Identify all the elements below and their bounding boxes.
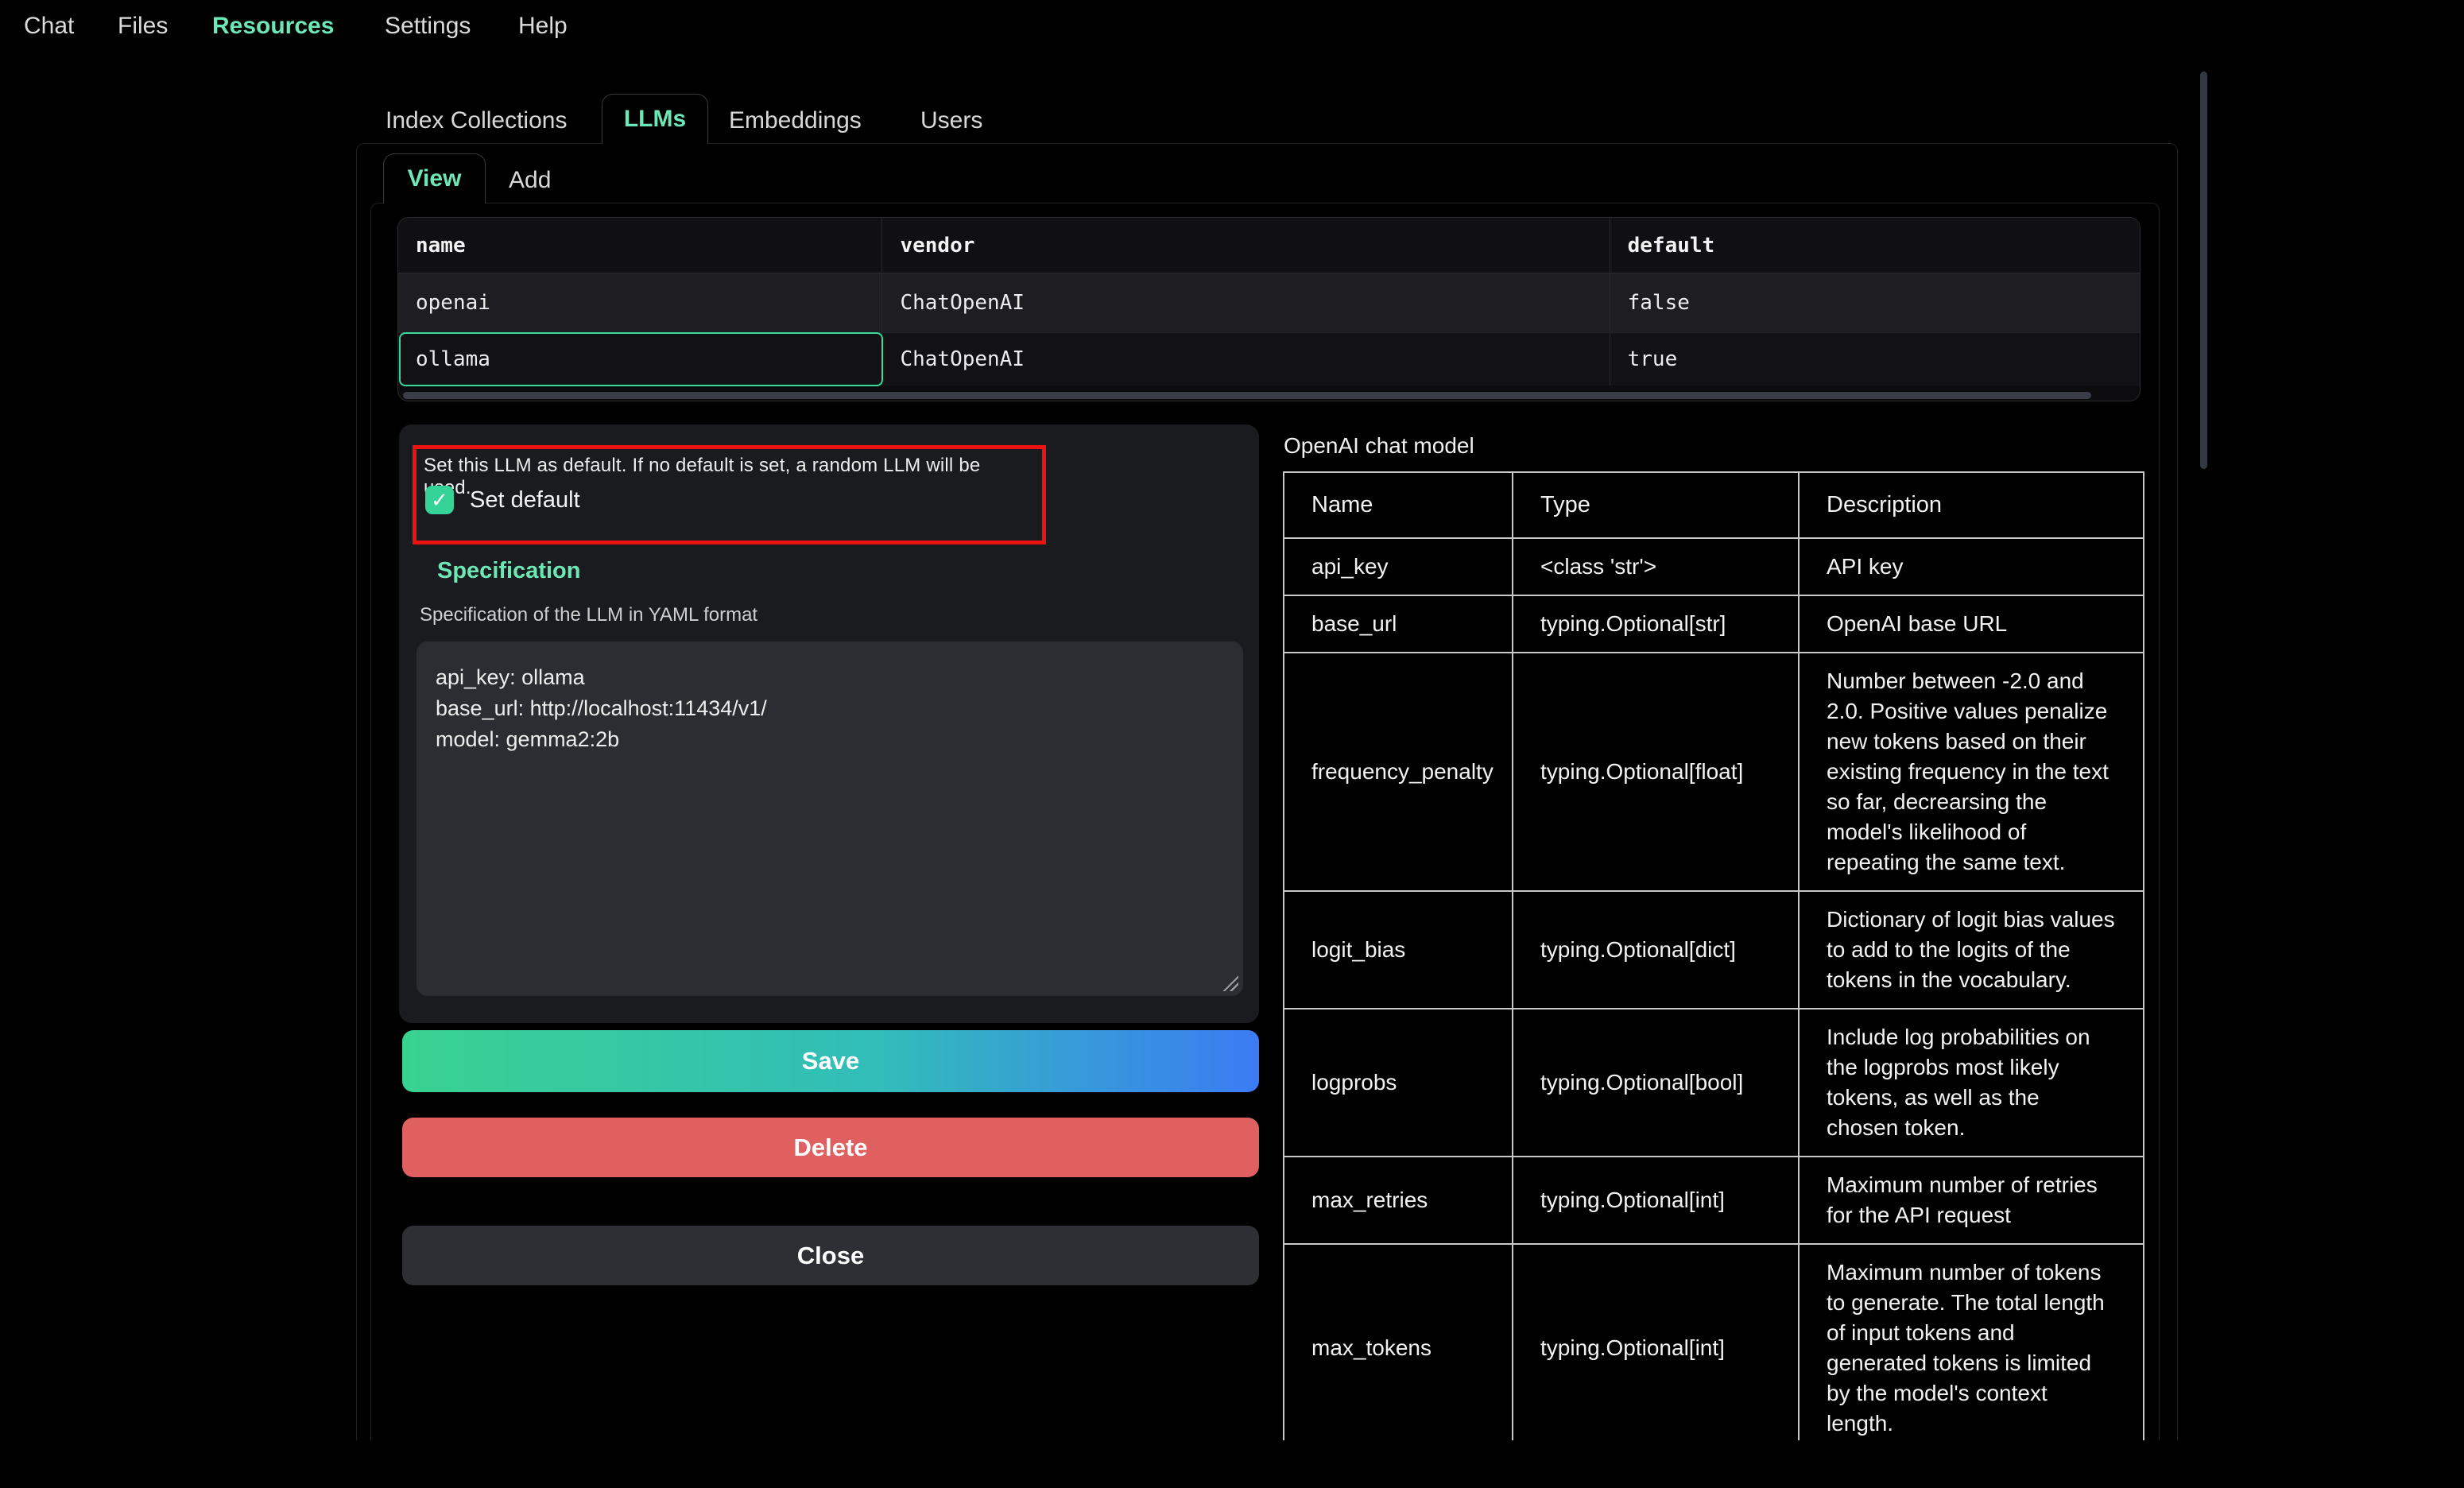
llm-detail-card: Set this LLM as default. If no default i… [399,424,1259,1023]
llm-cell-ollama-default[interactable]: true [1610,333,2140,386]
set-default-checkbox[interactable]: ✓ [425,486,454,514]
nav-item-resources[interactable]: Resources [212,13,334,40]
model-info-row-api_key: api_key<class 'str'>API key [1284,538,2144,595]
set-default-label: Set default [470,487,580,513]
close-button[interactable]: Close [402,1226,1259,1285]
model-info-row-max_tokens: max_tokenstyping.Optional[int]Maximum nu… [1284,1244,2144,1440]
llm-cell-openai-name[interactable]: openai [398,273,881,332]
set-default-row[interactable]: ✓ Set default [425,486,580,514]
model-info-api_key-type: <class 'str'> [1513,538,1799,595]
model-info-max_retries-type: typing.Optional[int] [1513,1157,1799,1244]
model-info-logprobs-type: typing.Optional[bool] [1513,1009,1799,1157]
llm-table-header-vendor: vendor [881,218,1609,273]
app-root: Chat Files Resources Settings Help Index Col… [0,0,2464,1488]
llm-table-header-name: name [398,218,881,273]
nav-item-files[interactable]: Files [118,13,168,40]
check-icon: ✓ [431,490,448,510]
specification-caption: Specification of the LLM in YAML format [420,604,757,626]
model-info-frequency_penalty-type: typing.Optional[float] [1513,653,1799,891]
model-info-row-frequency_penalty: frequency_penaltytyping.Optional[float]N… [1284,653,2144,891]
model-info-row-base_url: base_urltyping.Optional[str]OpenAI base … [1284,595,2144,653]
tab-index-collections[interactable]: Index Collections [385,107,567,134]
model-info-max_tokens-description: Maximum number of tokens to generate. Th… [1799,1244,2144,1440]
model-info-logit_bias-name: logit_bias [1284,891,1513,1009]
model-info-base_url-description: OpenAI base URL [1799,595,2144,653]
model-info-logit_bias-description: Dictionary of logit bias values to add t… [1799,891,2144,1009]
model-info-table: NameTypeDescriptionapi_key<class 'str'>A… [1283,471,2144,1440]
tab-users[interactable]: Users [920,107,982,134]
subtab-add[interactable]: Add [509,167,551,194]
model-info-row-logit_bias: logit_biastyping.Optional[dict]Dictionar… [1284,891,2144,1009]
model-info-logprobs-description: Include log probabilities on the logprob… [1799,1009,2144,1157]
nav-item-chat[interactable]: Chat [24,13,74,40]
llm-table-row-ollama[interactable]: ollamaChatOpenAItrue [398,332,2140,386]
llm-table-header-row: namevendordefault [398,218,2140,273]
model-info-header-description: Description [1799,472,2144,538]
delete-button[interactable]: Delete [402,1118,1259,1177]
resize-handle-icon[interactable] [1221,974,1238,991]
llm-cell-ollama-vendor[interactable]: ChatOpenAI [881,333,1609,386]
page-scrollbar[interactable] [2200,72,2207,469]
model-info-header-type: Type [1513,472,1799,538]
model-info-header-row: NameTypeDescription [1284,472,2144,538]
nav-item-settings[interactable]: Settings [385,13,471,40]
llm-cell-ollama-name[interactable]: ollama [398,333,881,386]
spec-yaml-textarea[interactable]: api_key: ollama base_url: http://localho… [416,641,1243,996]
save-button[interactable]: Save [402,1030,1259,1092]
llm-table: namevendordefaultopenaiChatOpenAIfalseol… [397,217,2141,401]
model-info-row-max_retries: max_retriestyping.Optional[int]Maximum n… [1284,1157,2144,1244]
subtab-view[interactable]: View [383,153,486,203]
model-info-logit_bias-type: typing.Optional[dict] [1513,891,1799,1009]
spec-yaml-text: api_key: ollama base_url: http://localho… [436,665,767,751]
model-info-max_retries-description: Maximum number of retries for the API re… [1799,1157,2144,1244]
model-info-max_retries-name: max_retries [1284,1157,1513,1244]
tab-embeddings[interactable]: Embeddings [729,107,862,134]
model-info-base_url-name: base_url [1284,595,1513,653]
llm-table-header-default: default [1610,218,2140,273]
model-info-max_tokens-type: typing.Optional[int] [1513,1244,1799,1440]
model-info-title: OpenAI chat model [1284,433,1474,459]
model-info-frequency_penalty-description: Number between -2.0 and 2.0. Positive va… [1799,653,2144,891]
tab-llms[interactable]: LLMs [602,94,708,144]
llm-cell-openai-vendor[interactable]: ChatOpenAI [881,273,1609,332]
nav-item-help[interactable]: Help [518,13,568,40]
model-info-header-name: Name [1284,472,1513,538]
specification-heading: Specification [437,558,581,584]
model-info-base_url-type: typing.Optional[str] [1513,595,1799,653]
model-info-row-logprobs: logprobstyping.Optional[bool]Include log… [1284,1009,2144,1157]
default-annotation-box: Set this LLM as default. If no default i… [413,445,1046,544]
table-horizontal-scrollbar[interactable] [403,392,2091,399]
llm-cell-openai-default[interactable]: false [1610,273,2140,332]
model-info-api_key-name: api_key [1284,538,1513,595]
model-info-logprobs-name: logprobs [1284,1009,1513,1157]
model-info-max_tokens-name: max_tokens [1284,1244,1513,1440]
model-info-table-wrap: NameTypeDescriptionapi_key<class 'str'>A… [1283,471,2146,1440]
llm-table-row-openai[interactable]: openaiChatOpenAIfalse [398,273,2140,332]
model-info-frequency_penalty-name: frequency_penalty [1284,653,1513,891]
model-info-api_key-description: API key [1799,538,2144,595]
